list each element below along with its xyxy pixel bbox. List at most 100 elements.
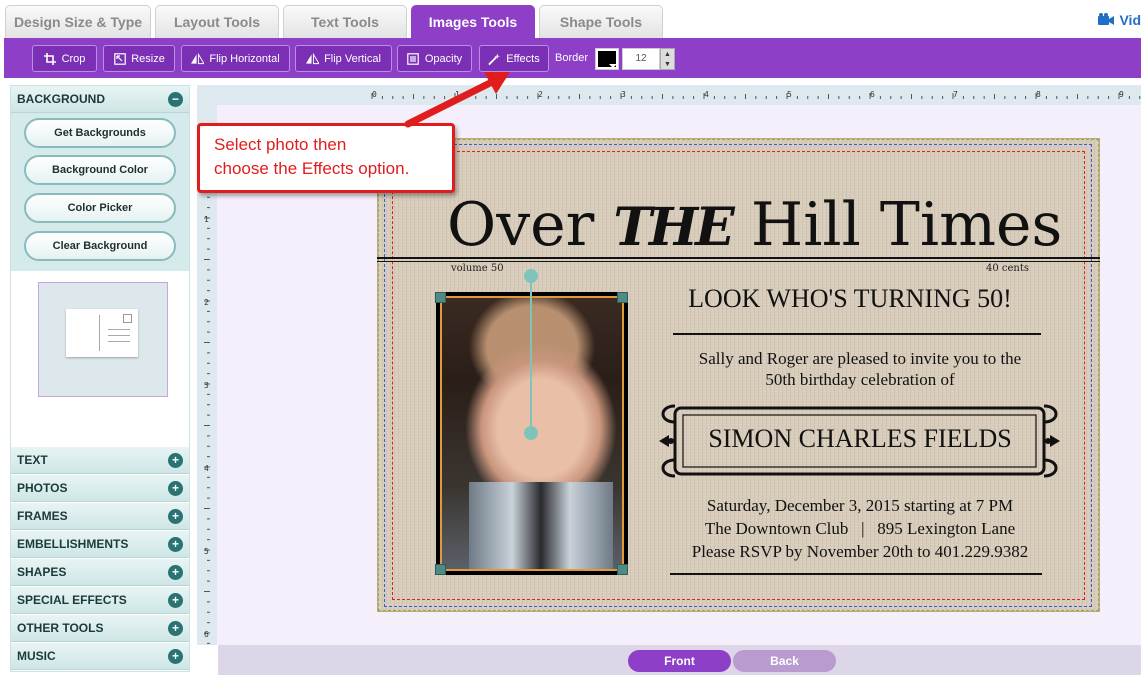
section-other-tools[interactable]: OTHER TOOLS + [11,615,189,642]
center-handle[interactable] [524,426,538,440]
tab-text-tools[interactable]: Text Tools [283,5,407,38]
ruler-corner [197,85,217,105]
section-shapes-label: SHAPES [17,565,67,579]
postcard-icon [66,309,138,357]
collapse-icon[interactable]: − [168,92,183,107]
invite-line-1[interactable]: Sally and Roger are pleased to invite yo… [650,349,1070,369]
ruler-left-number: 6 [204,630,209,639]
flip-horizontal-button[interactable]: Flip Horizontal [181,45,290,72]
front-button[interactable]: Front [628,650,731,672]
ruler-top-number: 5 [787,90,792,99]
section-photos[interactable]: PHOTOS + [11,475,189,502]
volume-text[interactable]: volume 50 [451,263,504,274]
border-label: Border [555,52,589,64]
headline-text[interactable]: LOOK WHO'S TURNING 50! [650,284,1050,314]
callout-arrow-icon [404,72,510,128]
flip-horizontal-icon [191,52,205,65]
stepper-up-icon[interactable]: ▲ [661,49,674,59]
stepper-down-icon[interactable]: ▼ [661,59,674,69]
section-embellishments[interactable]: EMBELLISHMENTS + [11,531,189,558]
expand-icon[interactable]: + [168,565,183,580]
get-backgrounds-button[interactable]: Get Backgrounds [24,118,176,148]
section-text[interactable]: TEXT + [11,447,189,474]
flip-vertical-button[interactable]: Flip Vertical [295,45,392,72]
background-color-button[interactable]: Background Color [24,155,176,185]
expand-icon[interactable]: + [168,453,183,468]
honoree-name[interactable]: SIMON CHARLES FIELDS [680,424,1040,454]
tab-layout-tools[interactable]: Layout Tools [155,5,279,38]
ruler-top-number: 3 [621,90,626,99]
section-background-label: BACKGROUND [17,92,105,106]
left-sidebar: BACKGROUND − Get Backgrounds Background … [10,85,190,672]
tab-shape-tools[interactable]: Shape Tools [539,5,663,38]
section-frames-label: FRAMES [17,509,68,523]
expand-icon[interactable]: + [168,649,183,664]
expand-icon[interactable]: + [168,621,183,636]
masthead-the: THE [613,197,734,258]
section-special-effects[interactable]: SPECIAL EFFECTS + [11,587,189,614]
app-root: Design Size & Type Layout Tools Text Too… [0,0,1141,685]
tab-images-tools[interactable]: Images Tools [411,5,535,38]
rotate-handle[interactable] [524,269,538,283]
images-toolbar: Crop Resize Flip Horizontal Flip Vertica… [4,38,1141,78]
callout-line-1: Select photo then [214,135,347,154]
masthead[interactable]: Over THE Hill Times [447,190,1062,263]
video-link[interactable]: Vid [1097,12,1141,28]
section-shapes[interactable]: SHAPES + [11,559,189,586]
ruler-top-number: 4 [704,90,709,99]
border-width-input[interactable]: 12 [622,48,660,70]
masthead-rule-top [377,257,1100,259]
crop-label: Crop [61,52,86,65]
crop-button[interactable]: Crop [32,45,97,72]
expand-icon[interactable]: + [168,593,183,608]
resize-handle-bottom-right[interactable] [617,564,628,575]
border-color-picker[interactable] [595,48,619,70]
ruler-top-number: 8 [1036,90,1041,99]
ruler-left-number: 2 [204,298,209,307]
background-panel: Get Backgrounds Background Color Color P… [11,113,189,271]
resize-handle-bottom-left[interactable] [435,564,446,575]
section-frames[interactable]: FRAMES + [11,503,189,530]
flip-vertical-label: Flip Vertical [324,52,381,65]
section-photos-label: PHOTOS [17,481,68,495]
resize-handle-top-right[interactable] [617,292,628,303]
expand-icon[interactable]: + [168,509,183,524]
color-picker-button[interactable]: Color Picker [24,193,176,223]
headline-rule [673,333,1041,335]
section-background-header[interactable]: BACKGROUND − [11,86,189,113]
ruler-top-number: 9 [1119,90,1124,99]
instruction-callout: Select photo then choose the Effects opt… [197,123,455,193]
ruler-top-number: 0 [372,90,377,99]
ruler-top-number: 7 [953,90,958,99]
expand-icon[interactable]: + [168,481,183,496]
resize-label: Resize [131,52,165,65]
ruler-top: 0 1 2 3 4 5 6 7 8 9 [217,85,1141,105]
video-camera-icon [1098,13,1115,25]
resize-handle-top-left[interactable] [435,292,446,303]
background-thumbnail[interactable] [38,282,168,397]
section-music[interactable]: MUSIC + [11,643,189,670]
price-text[interactable]: 40 cents [986,263,1029,274]
flip-horizontal-label: Flip Horizontal [209,52,280,65]
video-link-label: Vid [1119,12,1141,28]
rotate-handle-line [530,276,532,434]
section-special-effects-label: SPECIAL EFFECTS [17,593,127,607]
ruler-left-number: 3 [204,381,209,390]
tab-design-size-type[interactable]: Design Size & Type [5,5,151,38]
invite-line-2[interactable]: 50th birthday celebration of [650,370,1070,390]
expand-icon[interactable]: + [168,537,183,552]
ruler-left-number: 1 [204,215,209,224]
ruler-top-number: 2 [538,90,543,99]
detail-line-2[interactable]: The Downtown Club | 895 Lexington Lane [650,519,1070,539]
section-music-label: MUSIC [17,649,56,663]
detail-line-1[interactable]: Saturday, December 3, 2015 starting at 7… [650,496,1070,516]
back-button[interactable]: Back [733,650,836,672]
clear-background-button[interactable]: Clear Background [24,231,176,261]
callout-line-2: choose the Effects option. [214,159,410,178]
details-rule [670,573,1042,575]
detail-line-3[interactable]: Please RSVP by November 20th to 401.229.… [650,542,1070,562]
crop-icon [44,52,57,65]
resize-button[interactable]: Resize [103,45,175,72]
flip-vertical-icon [306,52,320,65]
border-width-stepper[interactable]: ▲ ▼ [660,48,675,70]
